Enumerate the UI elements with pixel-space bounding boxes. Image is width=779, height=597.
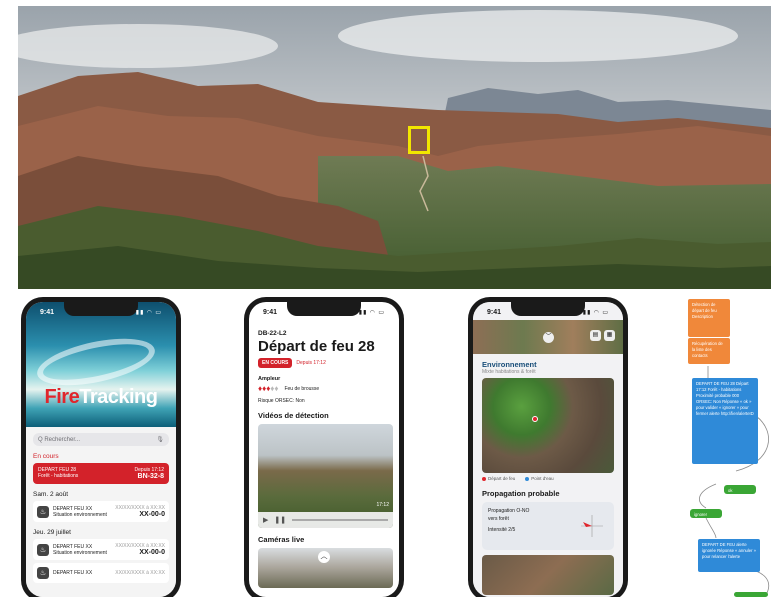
flow-step-detection: Détection de départ de feu Description (688, 299, 730, 337)
search-placeholder: Q Rechercher... (38, 436, 81, 443)
flow-step-ignored: DEPART DE FEU alerte ignorée Réponse « a… (698, 539, 760, 572)
landscape-illustration (18, 6, 771, 289)
event-subtitle: Situation environnement (53, 549, 107, 556)
status-time: 9:41 (263, 308, 278, 316)
status-row: EN COURS Depuis 17:12 (258, 358, 390, 368)
environment-content: Environnement Mixte habitations & forêt … (482, 360, 614, 595)
status-bar: 9:41 ▮▮ ◠ ▭ (249, 305, 399, 319)
propagation-card: Propagation O-NO vers forêt Intensité 2/… (482, 502, 614, 550)
status-bar: 9:41 ▮▮ ◠ ▭ (473, 305, 623, 319)
flow-step-contacts: Récupération de la liste des contacts (688, 338, 730, 364)
fire-location-marker (532, 416, 538, 422)
flow-reply-ok: ok (724, 485, 756, 494)
phone-screen: 9:41 ▮▮ ◠ ▭ ﹀ ▤ ▦ Environnement Mixte ha… (473, 302, 623, 597)
fire-type: Feu de brousse (284, 385, 320, 392)
compass-icon (581, 515, 603, 537)
active-fire-code: BN-32-8 (137, 473, 164, 480)
app-logo: FireTracking (26, 386, 176, 409)
fire-icon: ♨ (37, 567, 49, 579)
logo-tracking: Tracking (79, 386, 158, 408)
page-title: Départ de feu 28 (258, 338, 375, 355)
env-title: Environnement (482, 360, 537, 369)
env-subtitle: Mixte habitations & forêt (482, 369, 536, 375)
fire-list-body: Q Rechercher... 🎙 En cours DEPART FEU 28… (26, 427, 176, 597)
signal-wifi-battery-icon: ▮▮ ◠ ▭ (358, 309, 385, 316)
list-item[interactable]: ♨ DEPART FEU XX XX/XX/XXXX à XX:XX (33, 563, 169, 583)
amplitude-label: Ampleur (258, 376, 281, 382)
pause-icon[interactable]: ❚❚ (274, 516, 286, 524)
event-date: XX/XX/XXXX à XX:XX (115, 570, 165, 576)
flow-step-sms-alert: DEPART DE FEU 28 Départ 17:12 Forêt - ha… (692, 378, 758, 464)
phone-screen: 9:41 ▮▮ ◠ ▭ DB-22-L2 Départ de feu 28 EN… (249, 302, 399, 597)
lagoon-header-image: FireTracking (26, 302, 176, 427)
list-item[interactable]: ♨ DEPART FEU XX Situation environnement … (33, 501, 169, 522)
status-bar: 9:41 ▮▮ ◠ ▭ (26, 305, 176, 319)
environment-body: ﹀ ▤ ▦ Environnement Mixte habitations & … (473, 302, 623, 597)
sandbank-shape (33, 329, 159, 395)
fire-code: DB-22-L2 (258, 330, 287, 337)
amplitude-rating: ♦ ♦ ♦ ♦ ♦ Feu de brousse (258, 384, 390, 393)
flame-icon: ♦ (274, 384, 279, 393)
video-timestamp: 17:12 (376, 502, 389, 508)
videos-title: Vidéos de détection (258, 411, 329, 420)
play-icon[interactable]: ▶ (263, 516, 268, 524)
flow-reply-ignore: ignorer (690, 509, 722, 518)
risk-text: Risque ORSEC: Non (258, 398, 305, 404)
status-time: 9:41 (40, 308, 55, 316)
propagation-title: Propagation probable (482, 489, 560, 498)
video-scrubber[interactable] (292, 519, 388, 521)
event-code: XX-00-0 (139, 511, 165, 518)
event-title: DEPART FEU XX (53, 570, 93, 576)
alert-flowchart: Détection de départ de feu Description R… (676, 296, 779, 597)
map-header: ﹀ ▤ ▦ (473, 320, 623, 354)
section-date-2: Jeu. 29 juillet (33, 529, 71, 536)
section-in-progress: En cours (33, 453, 59, 460)
event-code: XX-00-0 (139, 549, 165, 556)
video-controls: ▶ ❚❚ (258, 512, 393, 528)
logo-fire: Fire (44, 386, 80, 408)
fire-icon: ♨ (37, 543, 49, 556)
phone-screen: 9:41 ▮▮ ◠ ▭ FireTracking Q Rechercher...… (26, 302, 176, 597)
map-icon[interactable]: ▦ (604, 330, 615, 341)
detection-highlight-box (408, 126, 430, 154)
layers-icon[interactable]: ▤ (590, 330, 601, 341)
fire-icon: ♨ (37, 505, 49, 518)
cameras-title: Caméras live (258, 535, 305, 544)
signal-wifi-battery-icon: ▮▮ ◠ ▭ (582, 309, 609, 316)
phone-fire-detail: 9:41 ▮▮ ◠ ▭ DB-22-L2 Départ de feu 28 EN… (244, 297, 404, 597)
map-legend: Départ de feu Point d'eau (482, 476, 614, 481)
map-buttons: ▤ ▦ (590, 330, 615, 341)
signal-wifi-battery-icon: ▮▮ ◠ ▭ (135, 309, 162, 316)
legend-fire: Départ de feu (482, 476, 515, 481)
flow-reply-next (734, 592, 768, 597)
chevron-down-icon[interactable]: ﹀ (543, 332, 554, 343)
search-input[interactable]: Q Rechercher... 🎙 (33, 433, 169, 446)
mic-icon[interactable]: 🎙 (156, 436, 164, 443)
detection-video[interactable]: 17:12 ▶ ❚❚ (258, 424, 393, 528)
event-subtitle: Situation environnement (53, 511, 107, 518)
phone-fire-list: 9:41 ▮▮ ◠ ▭ FireTracking Q Rechercher...… (21, 297, 181, 597)
list-item[interactable]: ♨ DEPART FEU XX Situation environnement … (33, 539, 169, 560)
active-fire-card[interactable]: DEPART FEU 28 Forêt - habitations Depuis… (33, 463, 169, 484)
status-time: 9:41 (487, 308, 502, 316)
live-camera[interactable]: ︿ (258, 548, 393, 588)
since-text: Depuis 17:12 (296, 360, 326, 366)
legend-water: Point d'eau (525, 476, 554, 481)
landscape-photo (18, 6, 771, 289)
fire-detail-body: DB-22-L2 Départ de feu 28 EN COURS Depui… (249, 322, 399, 597)
status-badge: EN COURS (258, 358, 293, 368)
active-fire-subtitle: Forêt - habitations (38, 473, 79, 479)
propagation-map[interactable] (482, 555, 614, 595)
phone-environment: 9:41 ▮▮ ◠ ▭ ﹀ ▤ ▦ Environnement Mixte ha… (468, 297, 628, 597)
satellite-map[interactable] (482, 378, 614, 473)
section-date-1: Sam. 2 août (33, 491, 69, 498)
chevron-up-icon[interactable]: ︿ (318, 551, 330, 563)
